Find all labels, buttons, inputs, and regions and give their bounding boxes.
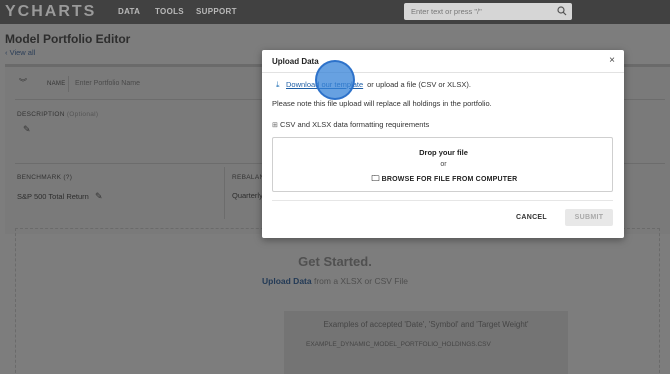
- upload-data-line: Upload Data from a XLSX or CSV File: [0, 276, 670, 286]
- modal-title: Upload Data: [272, 57, 319, 66]
- benchmark-help-icon[interactable]: (?): [63, 174, 72, 181]
- top-nav: YCHARTS DATA TOOLS SUPPORT Enter text or…: [0, 0, 670, 24]
- edit-description-pencil-icon[interactable]: ✎: [23, 124, 31, 135]
- nav-data[interactable]: DATA: [118, 7, 140, 16]
- description-label-text: DESCRIPTION: [17, 111, 65, 118]
- edit-benchmark-pencil-icon[interactable]: ✎: [95, 191, 103, 201]
- formatting-requirements-label: CSV and XLSX data formatting requirement…: [280, 120, 430, 129]
- rebalance-value[interactable]: Quarterly: [232, 191, 263, 200]
- drop-or: or: [440, 161, 447, 168]
- benchmark-value: S&P 500 Total Return ✎: [17, 191, 103, 202]
- portfolio-name-input[interactable]: Enter Portfolio Name: [68, 76, 268, 92]
- formatting-requirements-toggle[interactable]: ⊞ CSV and XLSX data formatting requiremen…: [272, 120, 429, 129]
- benchmark-label-text: BENCHMARK: [17, 174, 62, 181]
- nav-tools[interactable]: TOOLS: [155, 7, 184, 16]
- search-icon[interactable]: [557, 6, 567, 16]
- drop-file-title: Drop your file: [419, 148, 468, 157]
- submit-button[interactable]: SUBMIT: [565, 209, 613, 226]
- modal-footer-divider: [272, 200, 613, 201]
- download-rest-text: or upload a file (CSV or XLSX).: [367, 80, 471, 89]
- upload-data-rest: from a XLSX or CSV File: [311, 276, 408, 286]
- benchmark-label: BENCHMARK (?): [17, 174, 72, 181]
- replace-holdings-note: Please note this file upload will replac…: [272, 99, 492, 108]
- search-input[interactable]: Enter text or press "/": [404, 3, 572, 20]
- examples-title: Examples of accepted 'Date', 'Symbol' an…: [323, 320, 529, 329]
- nav-support[interactable]: SUPPORT: [196, 7, 237, 16]
- example-file-link[interactable]: EXAMPLE_DYNAMIC_MODEL_PORTFOLIO_HOLDINGS…: [306, 341, 491, 348]
- cancel-button[interactable]: CANCEL: [516, 214, 547, 221]
- download-icon[interactable]: ⤓: [276, 80, 284, 90]
- benchmark-value-text: S&P 500 Total Return: [17, 192, 89, 201]
- view-all-link[interactable]: ‹ View all: [5, 48, 35, 57]
- upload-data-link[interactable]: Upload Data: [262, 276, 312, 286]
- click-indicator: [315, 60, 355, 100]
- close-icon[interactable]: ×: [609, 55, 615, 66]
- file-dropzone[interactable]: Drop your file or 🗀 BROWSE FOR FILE FROM …: [272, 137, 613, 192]
- name-label: NAME: [47, 81, 66, 87]
- folder-search-icon: 🗀: [371, 174, 380, 183]
- view-all-label: View all: [9, 48, 36, 57]
- portfolio-name-placeholder: Enter Portfolio Name: [75, 80, 140, 87]
- browse-file-button[interactable]: 🗀 BROWSE FOR FILE FROM COMPUTER: [273, 173, 614, 187]
- description-optional: (Optional): [66, 111, 99, 118]
- download-row: ⤓Download our templateor upload a file (…: [276, 80, 471, 90]
- collapse-chevron-icon[interactable]: ︾: [19, 77, 27, 88]
- page-title: Model Portfolio Editor: [5, 32, 131, 46]
- field-separator: [224, 167, 225, 219]
- search-placeholder: Enter text or press "/": [411, 7, 482, 16]
- description-label: DESCRIPTION (Optional): [17, 111, 98, 118]
- ycharts-logo[interactable]: YCHARTS: [5, 3, 96, 21]
- browse-file-label: BROWSE FOR FILE FROM COMPUTER: [381, 176, 518, 183]
- examples-box: Examples of accepted 'Date', 'Symbol' an…: [284, 311, 568, 374]
- get-started-heading: Get Started.: [298, 254, 372, 269]
- expand-plus-icon[interactable]: ⊞: [272, 121, 280, 129]
